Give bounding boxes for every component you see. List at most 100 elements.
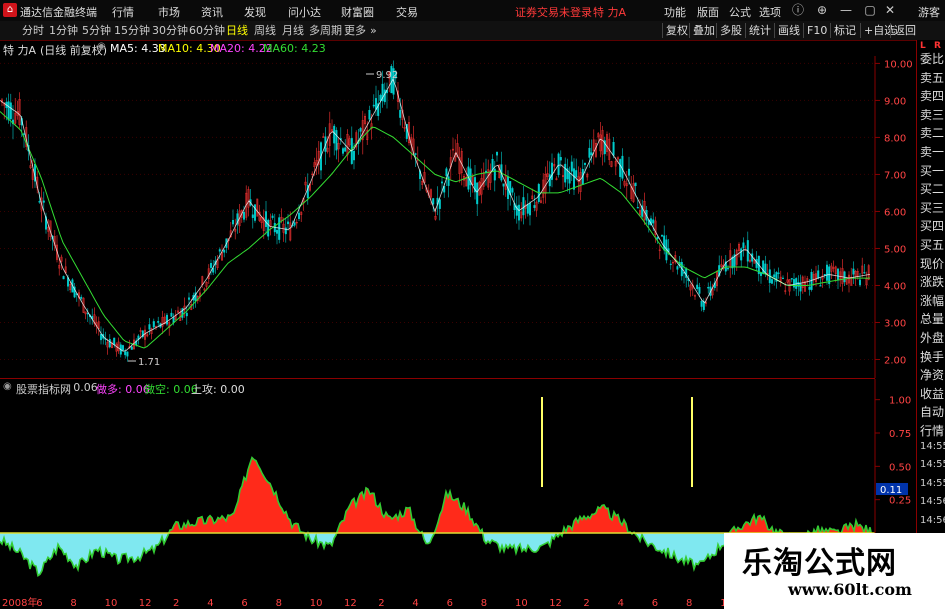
price-tick-label: 3.00 xyxy=(884,318,906,329)
candle-body xyxy=(529,203,532,216)
panel-item: 净资 xyxy=(920,368,945,383)
candle-body xyxy=(863,272,866,274)
panel-item: 现价 xyxy=(920,256,945,271)
panel-item: 14:56 xyxy=(920,515,945,526)
panel-item: 买五 xyxy=(920,238,945,252)
candle-body xyxy=(559,157,562,161)
menu-function[interactable]: 功能 xyxy=(664,4,686,20)
info-collapse-icon[interactable]: ◉ xyxy=(97,41,106,52)
menu-news[interactable]: 资讯 xyxy=(201,4,223,20)
btn-draw[interactable]: 画线 xyxy=(774,23,803,38)
trade-login-warning[interactable]: 证券交易未登录 xyxy=(515,4,592,20)
restore-icon[interactable]: ▢ xyxy=(862,2,878,18)
candle-body xyxy=(353,151,356,161)
btn-mark[interactable]: 标记 xyxy=(830,23,859,38)
period-30min[interactable]: 30分钟 xyxy=(152,23,188,38)
guest-label[interactable]: 游客 xyxy=(918,4,940,20)
candle-body xyxy=(656,236,659,240)
candle-body xyxy=(231,220,234,225)
panel-item: 14:55 xyxy=(920,477,945,489)
candle-body xyxy=(707,286,710,289)
candle-body xyxy=(218,249,221,252)
period-5min[interactable]: 5分钟 xyxy=(82,23,111,38)
menu-market[interactable]: 市场 xyxy=(158,4,180,20)
period-more[interactable]: 更多 xyxy=(344,23,366,38)
candle-body xyxy=(568,172,571,184)
indicator-tick-label: 0.50 xyxy=(889,462,911,473)
close-icon[interactable]: ✕ xyxy=(882,2,898,18)
menu-options[interactable]: 选项 xyxy=(759,4,781,20)
period-15min[interactable]: 15分钟 xyxy=(114,23,150,38)
price-tick-label: 9.00 xyxy=(884,96,906,107)
candle-body xyxy=(276,230,279,234)
menu-ask[interactable]: 问小达 xyxy=(288,4,321,20)
menu-trade[interactable]: 交易 xyxy=(396,4,418,20)
more-chevron-icon[interactable]: » xyxy=(370,23,377,38)
price-chart[interactable]: 10.00 9.00 8.00 7.00 6.00 5.00 4.00 3.00 2.00 9.… xyxy=(0,56,916,378)
candle-body xyxy=(652,219,655,224)
time-tick-label: 4 xyxy=(207,598,213,609)
candle-body xyxy=(441,181,444,184)
candle-body xyxy=(612,142,615,156)
time-tick-label: 6 xyxy=(652,598,658,609)
candle-body xyxy=(372,104,375,107)
candle-body xyxy=(696,284,699,290)
candle-body xyxy=(564,163,567,183)
candle-body xyxy=(7,101,10,121)
period-multi[interactable]: 多周期 xyxy=(309,23,342,38)
period-1min[interactable]: 1分钟 xyxy=(49,23,78,38)
period-intraday[interactable]: 分时 xyxy=(22,23,44,38)
candle-body xyxy=(837,268,840,281)
panel-item[interactable]: 行情 xyxy=(920,422,944,439)
time-tick-label: 10 xyxy=(105,598,118,609)
btn-multi-stock[interactable]: 多股 xyxy=(716,23,745,38)
candle-body xyxy=(619,159,622,178)
candle-body xyxy=(445,168,448,177)
watermark-url: www.60lt.com xyxy=(788,580,912,599)
candle-body xyxy=(359,128,362,132)
minimize-icon[interactable]: — xyxy=(838,2,854,18)
btn-f10[interactable]: F10 xyxy=(803,23,830,38)
time-tick-label: 4 xyxy=(412,598,418,609)
candle-body xyxy=(819,285,822,287)
current-indicator-value: 0.11 xyxy=(880,485,902,496)
menu-layout[interactable]: 版面 xyxy=(697,4,719,20)
btn-back[interactable]: 返回 xyxy=(890,23,919,38)
candle-body xyxy=(727,268,730,270)
candle-body xyxy=(253,204,256,221)
panel-item[interactable]: 自动 xyxy=(920,403,944,420)
btn-overlay[interactable]: 叠加 xyxy=(689,23,718,38)
btn-restore-rights[interactable]: 复权 xyxy=(662,23,691,38)
candle-body xyxy=(251,214,254,218)
btn-stats[interactable]: 统计 xyxy=(745,23,774,38)
price-tick-label: 5.00 xyxy=(884,244,906,255)
panel-item: 换手 xyxy=(920,349,945,364)
pin-icon[interactable]: ⊕ xyxy=(814,2,830,18)
candle-body xyxy=(669,263,672,265)
candle-body xyxy=(157,320,160,323)
time-tick-label: 8 xyxy=(686,598,692,609)
menu-quotes[interactable]: 行情 xyxy=(112,4,134,20)
period-monthly[interactable]: 月线 xyxy=(282,23,304,38)
candle-body xyxy=(826,264,829,281)
period-60min[interactable]: 60分钟 xyxy=(189,23,225,38)
period-daily[interactable]: 日线 xyxy=(226,23,248,38)
menu-discover[interactable]: 发现 xyxy=(244,4,266,20)
panel-item: 卖五 xyxy=(920,70,945,85)
menu-formula[interactable]: 公式 xyxy=(729,4,751,20)
candle-body xyxy=(165,314,168,325)
candle-body xyxy=(755,259,758,268)
panel-item: 卖三 xyxy=(920,107,945,122)
candle-body xyxy=(170,312,173,317)
candle-body xyxy=(628,168,631,176)
candle-body xyxy=(533,205,536,208)
app-logo-icon: ⌂ xyxy=(3,3,17,17)
quote-side-panel[interactable]: L R 委比 卖五 卖四 卖三 卖二 卖一 买一 买二 买三 买四 买五 现价 涨跌 涨幅 总量 外盘 换手 净资… xyxy=(916,40,945,609)
info-icon[interactable]: ⓘ xyxy=(790,2,806,18)
menu-wealth[interactable]: 财富圈 xyxy=(341,4,374,20)
candle-body xyxy=(130,346,133,350)
candle-body xyxy=(502,183,505,187)
period-weekly[interactable]: 周线 xyxy=(254,23,276,38)
title-stock-label: 特 力A xyxy=(593,6,627,19)
candle-body xyxy=(187,297,190,300)
